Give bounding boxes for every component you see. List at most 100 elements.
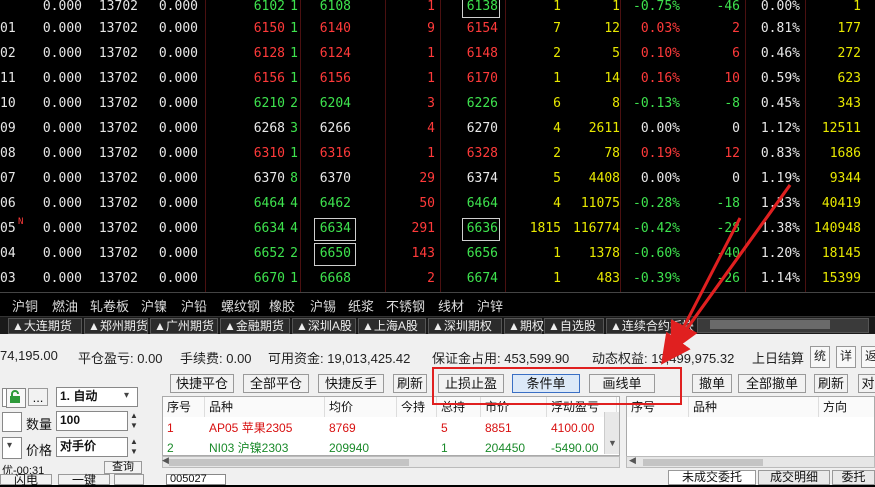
account-field[interactable]: 005027: [166, 474, 226, 485]
variety-item[interactable]: 沪铜: [12, 296, 38, 315]
market-tab[interactable]: ▲郑州期货: [84, 318, 148, 334]
one-key-button[interactable]: 一键: [58, 474, 110, 486]
quote-row[interactable]: 01 0.000 13702 0.000 6150 1 6140 9 6154 7 12 0.03% 2…: [0, 16, 875, 41]
position-table: 序号 品种 均价 今持 总持 市价 浮动盈亏 1 AP05 苹果2305 8769 5 8851 410…: [162, 396, 620, 456]
quote-cell-bq: 2: [290, 96, 298, 111]
variety-item[interactable]: 燃油: [52, 296, 78, 315]
query-button[interactable]: 查询: [104, 461, 142, 474]
variety-item[interactable]: 线材: [438, 296, 464, 315]
quote-cell-pct: 1.19%: [760, 171, 800, 186]
quote-row[interactable]: 03 0.000 13702 0.000 6670 1 6668 2 6674 1 483 -0.39…: [0, 266, 875, 291]
close-all-button[interactable]: 全部平仓: [243, 374, 309, 393]
tab-trade-details[interactable]: 成交明细: [758, 470, 830, 485]
quote-cell-code: 11: [0, 71, 16, 86]
quote-row[interactable]: 06 0.000 13702 0.000 6464 4 6462 50 6464 4 11075 -0…: [0, 191, 875, 216]
variety-item[interactable]: 螺纹钢: [221, 296, 260, 315]
refresh-button[interactable]: 刷新: [393, 374, 427, 393]
quote-row[interactable]: 11 0.000 13702 0.000 6156 1 6156 1 6170 1 14 0.16% 1…: [0, 66, 875, 91]
cancel-button[interactable]: 撤单: [692, 374, 732, 393]
market-tab[interactable]: ▲大连期货: [8, 318, 82, 334]
quote-cell-d: 12: [724, 146, 740, 161]
quote-row[interactable]: 10 0.000 13702 0.000 6210 2 6204 3 6226 6 8 -0.13% -…: [0, 91, 875, 116]
quote-cell-pct: 1.38%: [760, 221, 800, 236]
quote-cell-oi: 9344: [829, 171, 861, 186]
column-header[interactable]: 品种: [689, 397, 819, 417]
quote-cell-c1: 0.000: [42, 96, 82, 111]
horizontal-scrollbar[interactable]: [697, 318, 869, 333]
market-tab[interactable]: ▲深圳期权: [428, 318, 502, 334]
match-button[interactable]: 对: [858, 374, 875, 393]
market-tab[interactable]: ▲连续合约板块: [606, 318, 694, 334]
column-header[interactable]: 方向: [819, 397, 874, 417]
column-header[interactable]: 今持: [397, 397, 437, 417]
quote-cell-chg: 0.00%: [640, 121, 680, 136]
quote-cell-sell: 6140: [319, 21, 351, 36]
quote-row[interactable]: 08 0.000 13702 0.000 6310 1 6316 1 6328 2 78 0.19% 1…: [0, 141, 875, 166]
chevron-down-icon: ▾: [124, 390, 130, 401]
quote-cell-sell: 6370: [319, 171, 351, 186]
market-tab[interactable]: ▲期权: [504, 318, 544, 334]
quote-cell-chg: -0.42%: [633, 221, 680, 236]
order-hscroll[interactable]: ◀: [626, 455, 875, 468]
market-tab[interactable]: ▲金融期货: [220, 318, 290, 334]
quote-row[interactable]: 07 0.000 13702 0.000 6370 8 6370 29 6374 5 4408 0.0…: [0, 166, 875, 191]
variety-item[interactable]: 沪锡: [310, 296, 336, 315]
tab-orders[interactable]: 委托: [832, 470, 875, 485]
quote-cell-code: 03: [0, 271, 16, 286]
variety-item[interactable]: 不锈钢: [386, 296, 425, 315]
market-tab[interactable]: ▲自选股: [544, 318, 604, 334]
quote-cell-sell: 6668: [319, 271, 351, 286]
quick-reverse-button[interactable]: 快捷反手: [318, 374, 384, 393]
flash-order-button[interactable]: 闪电: [0, 474, 52, 486]
position-hscroll[interactable]: ◀: [162, 455, 620, 468]
quote-cell-last: 6170: [466, 71, 498, 86]
quote-row[interactable]: 09 0.000 13702 0.000 6268 3 6266 4 6270 4 2611 0.00…: [0, 116, 875, 141]
vertical-scrollbar[interactable]: ▼: [604, 412, 619, 454]
variety-item[interactable]: 沪铅: [181, 296, 207, 315]
quote-cell-code: 10: [0, 96, 16, 111]
price-stepper[interactable]: ▲ ▼: [130, 437, 140, 457]
variety-item[interactable]: 轧卷板: [90, 296, 129, 315]
qty-stepper[interactable]: ▲ ▼: [130, 411, 140, 431]
lock-icon[interactable]: [6, 388, 26, 408]
refresh-orders-button[interactable]: 刷新: [814, 374, 848, 393]
column-header[interactable]: 序号: [163, 397, 205, 417]
price-dropdown[interactable]: ▾: [2, 437, 22, 459]
quote-row[interactable]: 05 0.000 13702 0.000 6634 4 6634 291 6636 1815 116…: [0, 216, 875, 241]
market-tab[interactable]: ▲上海A股: [358, 318, 426, 334]
more-button[interactable]: ...: [28, 388, 48, 406]
market-tab[interactable]: ▲深圳A股: [292, 318, 356, 334]
quote-cell-code: 01: [0, 21, 16, 36]
column-header[interactable]: 均价: [325, 397, 397, 417]
variety-item[interactable]: 沪锌: [477, 296, 503, 315]
qty-input[interactable]: 100: [56, 411, 128, 431]
quote-cell-buy: 6210: [253, 96, 285, 111]
quote-cell-code: 09: [0, 121, 16, 136]
stats-button[interactable]: 统: [810, 346, 830, 368]
quick-close-button[interactable]: 快捷平仓: [170, 374, 234, 393]
price-input[interactable]: 对手价: [56, 437, 128, 457]
cancel-all-button[interactable]: 全部撤单: [738, 374, 806, 393]
quote-cell-bq: 1: [290, 146, 298, 161]
variety-item[interactable]: 纸浆: [348, 296, 374, 315]
qty-checkbox[interactable]: [2, 412, 22, 432]
quote-row[interactable]: 04 0.000 13702 0.000 6652 2 6650 143 6656 1 1378 -0…: [0, 241, 875, 266]
quote-cell-chg: 0.03%: [640, 21, 680, 36]
table-row[interactable]: [163, 439, 619, 455]
variety-item[interactable]: 沪镍: [141, 296, 167, 315]
quote-row[interactable]: 02 0.000 13702 0.000 6128 1 6124 1 6148 2 5 0.10% 6 0…: [0, 41, 875, 66]
detail-button[interactable]: 详: [836, 346, 856, 368]
tab-pending-orders[interactable]: 未成交委托: [668, 470, 756, 485]
quote-cell-buy: 6128: [253, 46, 285, 61]
quote-cell-vol: 1: [553, 246, 561, 261]
quote-cell-c1: 0.000: [42, 46, 82, 61]
back-button[interactable]: 返: [861, 346, 875, 368]
quote-cell-bq: 3: [290, 121, 298, 136]
more-tabs-button[interactable]: [114, 474, 144, 485]
variety-item[interactable]: 橡胶: [269, 296, 295, 315]
market-tab[interactable]: ▲广州期货: [150, 318, 218, 334]
table-row[interactable]: [163, 419, 619, 437]
quote-cell-pct: 1.20%: [760, 246, 800, 261]
chevron-left-icon: ◀: [162, 455, 169, 465]
column-header[interactable]: 品种: [205, 397, 325, 417]
